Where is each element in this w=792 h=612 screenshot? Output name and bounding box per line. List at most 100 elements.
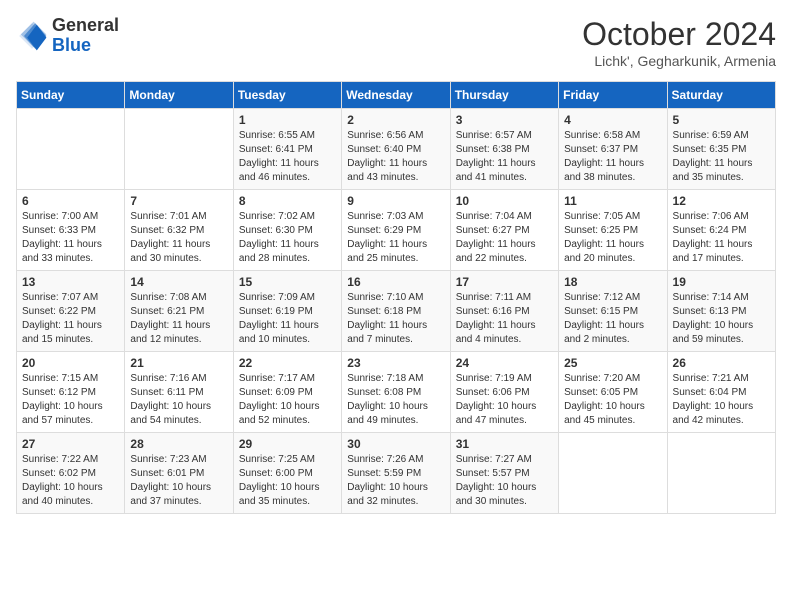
calendar-cell: 27 Sunrise: 7:22 AM Sunset: 6:02 PM Dayli…	[17, 433, 125, 514]
calendar-cell	[559, 433, 667, 514]
day-number: 10	[456, 194, 553, 208]
day-content: Sunrise: 7:10 AM Sunset: 6:18 PM Dayligh…	[347, 291, 444, 347]
calendar-cell: 7 Sunrise: 7:01 AM Sunset: 6:32 PM Daylig…	[125, 190, 233, 271]
day-content: Sunrise: 7:27 AM Sunset: 5:57 PM Dayligh…	[456, 453, 553, 509]
calendar-cell: 28 Sunrise: 7:23 AM Sunset: 6:01 PM Dayli…	[125, 433, 233, 514]
day-number: 16	[347, 275, 444, 289]
weekday-header-row: SundayMondayTuesdayWednesdayThursdayFrid…	[17, 82, 776, 109]
day-content: Sunrise: 7:11 AM Sunset: 6:16 PM Dayligh…	[456, 291, 553, 347]
weekday-header-thursday: Thursday	[450, 82, 558, 109]
calendar-week-1: 1 Sunrise: 6:55 AM Sunset: 6:41 PM Daylig…	[17, 109, 776, 190]
day-number: 19	[673, 275, 770, 289]
day-number: 27	[22, 437, 119, 451]
calendar-cell	[17, 109, 125, 190]
day-content: Sunrise: 7:21 AM Sunset: 6:04 PM Dayligh…	[673, 372, 770, 428]
logo-icon	[16, 20, 48, 52]
day-number: 31	[456, 437, 553, 451]
day-number: 12	[673, 194, 770, 208]
day-content: Sunrise: 7:20 AM Sunset: 6:05 PM Dayligh…	[564, 372, 661, 428]
calendar-cell: 17 Sunrise: 7:11 AM Sunset: 6:16 PM Dayli…	[450, 271, 558, 352]
day-number: 9	[347, 194, 444, 208]
day-content: Sunrise: 7:03 AM Sunset: 6:29 PM Dayligh…	[347, 210, 444, 266]
calendar-cell: 4Sunrise: 6:58 AM Sunset: 6:37 PM Daylig…	[559, 109, 667, 190]
calendar-cell: 3Sunrise: 6:57 AM Sunset: 6:38 PM Daylig…	[450, 109, 558, 190]
calendar-cell: 11Sunrise: 7:05 AM Sunset: 6:25 PM Dayli…	[559, 190, 667, 271]
day-content: Sunrise: 7:16 AM Sunset: 6:11 PM Dayligh…	[130, 372, 227, 428]
calendar-cell: 19 Sunrise: 7:14 AM Sunset: 6:13 PM Dayli…	[667, 271, 775, 352]
day-content: Sunrise: 7:12 AM Sunset: 6:15 PM Dayligh…	[564, 291, 661, 347]
calendar-cell: 5 Sunrise: 6:59 AM Sunset: 6:35 PM Daylig…	[667, 109, 775, 190]
calendar-cell: 16 Sunrise: 7:10 AM Sunset: 6:18 PM Dayli…	[342, 271, 450, 352]
calendar-cell: 20Sunrise: 7:15 AM Sunset: 6:12 PM Dayli…	[17, 352, 125, 433]
calendar-cell: 29 Sunrise: 7:25 AM Sunset: 6:00 PM Dayli…	[233, 433, 341, 514]
logo-general-text: General	[52, 15, 119, 35]
day-content: Sunrise: 7:00 AM Sunset: 6:33 PM Dayligh…	[22, 210, 119, 266]
weekday-header-tuesday: Tuesday	[233, 82, 341, 109]
day-number: 26	[673, 356, 770, 370]
calendar-cell: 14Sunrise: 7:08 AM Sunset: 6:21 PM Dayli…	[125, 271, 233, 352]
calendar-week-5: 27 Sunrise: 7:22 AM Sunset: 6:02 PM Dayli…	[17, 433, 776, 514]
day-content: Sunrise: 7:18 AM Sunset: 6:08 PM Dayligh…	[347, 372, 444, 428]
day-number: 20	[22, 356, 119, 370]
calendar-cell: 22Sunrise: 7:17 AM Sunset: 6:09 PM Dayli…	[233, 352, 341, 433]
calendar-cell: 18 Sunrise: 7:12 AM Sunset: 6:15 PM Dayli…	[559, 271, 667, 352]
day-content: Sunrise: 7:14 AM Sunset: 6:13 PM Dayligh…	[673, 291, 770, 347]
day-number: 6	[22, 194, 119, 208]
logo: General Blue	[16, 16, 119, 56]
weekday-header-wednesday: Wednesday	[342, 82, 450, 109]
calendar-cell: 21 Sunrise: 7:16 AM Sunset: 6:11 PM Dayli…	[125, 352, 233, 433]
day-number: 7	[130, 194, 227, 208]
calendar-cell: 30 Sunrise: 7:26 AM Sunset: 5:59 PM Dayli…	[342, 433, 450, 514]
calendar-cell: 24 Sunrise: 7:19 AM Sunset: 6:06 PM Dayli…	[450, 352, 558, 433]
day-content: Sunrise: 7:22 AM Sunset: 6:02 PM Dayligh…	[22, 453, 119, 509]
day-content: Sunrise: 7:26 AM Sunset: 5:59 PM Dayligh…	[347, 453, 444, 509]
day-number: 17	[456, 275, 553, 289]
day-content: Sunrise: 7:05 AM Sunset: 6:25 PM Dayligh…	[564, 210, 661, 266]
day-number: 21	[130, 356, 227, 370]
day-content: Sunrise: 7:06 AM Sunset: 6:24 PM Dayligh…	[673, 210, 770, 266]
day-content: Sunrise: 7:25 AM Sunset: 6:00 PM Dayligh…	[239, 453, 336, 509]
calendar-cell: 15Sunrise: 7:09 AM Sunset: 6:19 PM Dayli…	[233, 271, 341, 352]
day-content: Sunrise: 7:19 AM Sunset: 6:06 PM Dayligh…	[456, 372, 553, 428]
day-number: 23	[347, 356, 444, 370]
calendar-cell: 12 Sunrise: 7:06 AM Sunset: 6:24 PM Dayli…	[667, 190, 775, 271]
day-number: 18	[564, 275, 661, 289]
day-number: 14	[130, 275, 227, 289]
calendar-cell: 13 Sunrise: 7:07 AM Sunset: 6:22 PM Dayli…	[17, 271, 125, 352]
page-header: General Blue October 2024 Lichk', Geghar…	[16, 16, 776, 69]
day-content: Sunrise: 7:01 AM Sunset: 6:32 PM Dayligh…	[130, 210, 227, 266]
day-number: 15	[239, 275, 336, 289]
day-number: 29	[239, 437, 336, 451]
calendar-cell: 31 Sunrise: 7:27 AM Sunset: 5:57 PM Dayli…	[450, 433, 558, 514]
calendar-cell: 6 Sunrise: 7:00 AM Sunset: 6:33 PM Daylig…	[17, 190, 125, 271]
day-number: 13	[22, 275, 119, 289]
weekday-header-saturday: Saturday	[667, 82, 775, 109]
calendar-cell: 1 Sunrise: 6:55 AM Sunset: 6:41 PM Daylig…	[233, 109, 341, 190]
calendar-week-3: 13 Sunrise: 7:07 AM Sunset: 6:22 PM Dayli…	[17, 271, 776, 352]
logo-blue-text: Blue	[52, 35, 91, 55]
day-content: Sunrise: 6:56 AM Sunset: 6:40 PM Dayligh…	[347, 129, 444, 185]
day-content: Sunrise: 7:23 AM Sunset: 6:01 PM Dayligh…	[130, 453, 227, 509]
month-title: October 2024	[582, 16, 776, 53]
location-subtitle: Lichk', Gegharkunik, Armenia	[582, 53, 776, 69]
day-number: 1	[239, 113, 336, 127]
day-number: 3	[456, 113, 553, 127]
day-number: 30	[347, 437, 444, 451]
day-content: Sunrise: 7:04 AM Sunset: 6:27 PM Dayligh…	[456, 210, 553, 266]
day-content: Sunrise: 7:07 AM Sunset: 6:22 PM Dayligh…	[22, 291, 119, 347]
calendar-cell: 10 Sunrise: 7:04 AM Sunset: 6:27 PM Dayli…	[450, 190, 558, 271]
weekday-header-sunday: Sunday	[17, 82, 125, 109]
calendar-cell: 8Sunrise: 7:02 AM Sunset: 6:30 PM Daylig…	[233, 190, 341, 271]
day-content: Sunrise: 6:58 AM Sunset: 6:37 PM Dayligh…	[564, 129, 661, 185]
day-number: 5	[673, 113, 770, 127]
day-content: Sunrise: 6:55 AM Sunset: 6:41 PM Dayligh…	[239, 129, 336, 185]
day-number: 28	[130, 437, 227, 451]
calendar-week-2: 6 Sunrise: 7:00 AM Sunset: 6:33 PM Daylig…	[17, 190, 776, 271]
calendar-cell: 23 Sunrise: 7:18 AM Sunset: 6:08 PM Dayli…	[342, 352, 450, 433]
day-number: 24	[456, 356, 553, 370]
title-block: October 2024 Lichk', Gegharkunik, Armeni…	[582, 16, 776, 69]
weekday-header-monday: Monday	[125, 82, 233, 109]
day-number: 22	[239, 356, 336, 370]
day-content: Sunrise: 6:59 AM Sunset: 6:35 PM Dayligh…	[673, 129, 770, 185]
calendar-cell: 25Sunrise: 7:20 AM Sunset: 6:05 PM Dayli…	[559, 352, 667, 433]
